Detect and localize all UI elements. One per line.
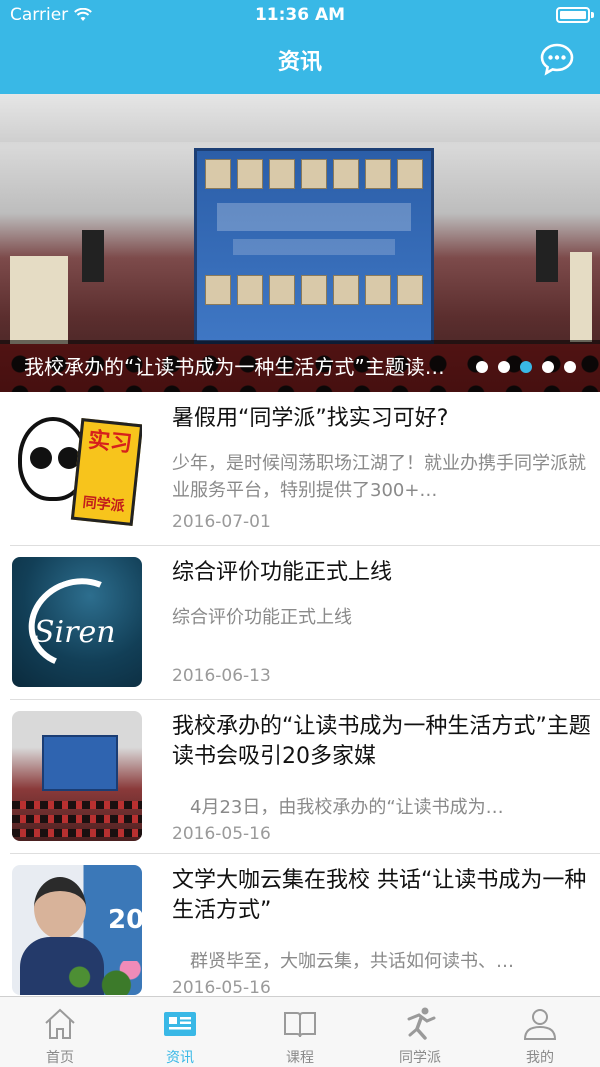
carousel-dot[interactable] — [520, 361, 532, 373]
tab-me[interactable]: 我的 — [480, 997, 600, 1067]
tab-bar: 首页 资讯 课程 同学派 我的 — [0, 996, 600, 1067]
banner-photo-ceiling — [0, 94, 600, 142]
news-thumbnail: 实习 同学派 — [12, 403, 142, 533]
tab-label: 首页 — [46, 1050, 74, 1066]
thumbnail-flowers — [52, 961, 142, 995]
carousel-page-indicator[interactable] — [476, 361, 576, 373]
news-item[interactable]: 我校承办的“让读书成为一种生活方式”主题读书会吸引20多家媒 4月23日，由我校… — [10, 700, 600, 854]
tab-label: 课程 — [286, 1050, 314, 1066]
carousel-dot[interactable] — [498, 361, 510, 373]
news-summary: 4月23日，由我校承办的“让读书成为… — [172, 797, 504, 818]
news-title: 我校承办的“让读书成为一种生活方式”主题读书会吸引20多家媒 — [172, 714, 591, 769]
news-thumbnail: Siren — [12, 557, 142, 687]
clock: 11:36 AM — [254, 5, 346, 25]
thumbnail-sign: 实习 同学派 — [70, 418, 142, 526]
thumbnail-sign-text: 实习 — [86, 427, 134, 458]
banner-photo-speaker-right — [536, 230, 558, 282]
book-icon — [284, 1012, 316, 1038]
carousel-dot[interactable] — [564, 361, 576, 373]
chat-bubble-icon[interactable] — [540, 42, 574, 76]
news-item[interactable]: 201 文学大咖云集在我校 共话“让读书成为一种生活方式” 群贤毕至，大咖云集，… — [10, 854, 600, 1008]
news-icon — [164, 1012, 196, 1036]
news-title: 暑假用“同学派”找实习可好? — [172, 406, 449, 431]
tab-home[interactable]: 首页 — [0, 997, 120, 1067]
banner-carousel[interactable]: 我校承办的“让读书成为一种生活方式”主题读… — [0, 94, 600, 392]
banner-caption[interactable]: 我校承办的“让读书成为一种生活方式”主题读… — [24, 351, 479, 380]
status-bar: Carrier 11:36 AM — [0, 0, 600, 30]
person-icon — [523, 1009, 557, 1040]
banner-photo-speaker — [82, 230, 104, 282]
news-title: 综合评价功能正式上线 — [172, 560, 393, 585]
news-date: 2016-07-01 — [172, 512, 271, 532]
thumbnail-audience-row — [12, 801, 142, 809]
news-thumbnail — [12, 711, 142, 841]
news-title: 文学大咖云集在我校 共话“让读书成为一种生活方式” — [172, 868, 587, 923]
news-item[interactable]: 实习 同学派 暑假用“同学派”找实习可好? 少年，是时候闯荡职场江湖了！就业办携… — [10, 392, 600, 546]
logo-wordmark: Siren — [34, 615, 116, 650]
carousel-dot[interactable] — [542, 361, 554, 373]
news-date: 2016-05-16 — [172, 824, 271, 844]
banner-photo-text-2 — [233, 239, 395, 255]
carousel-dot[interactable] — [476, 361, 488, 373]
thumbnail-number: 201 — [108, 905, 142, 935]
news-date: 2016-05-16 — [172, 978, 271, 998]
home-icon — [45, 1008, 75, 1039]
thumbnail-person-head — [34, 877, 86, 939]
battery-icon — [556, 7, 594, 23]
banner-photo-text — [217, 203, 411, 231]
banner-photo-door-right — [570, 252, 592, 342]
tab-classmates[interactable]: 同学派 — [360, 997, 480, 1067]
thumbnail-audience-row — [12, 829, 142, 837]
tab-label: 资讯 — [166, 1050, 194, 1066]
news-summary: 少年，是时候闯荡职场江湖了！就业办携手同学派就业服务平台，特别提供了300+… — [172, 453, 586, 501]
news-item[interactable]: Siren 综合评价功能正式上线 综合评价功能正式上线 2016-06-13 — [10, 546, 600, 700]
tab-label: 我的 — [526, 1050, 554, 1066]
banner-photo-portraits-lower — [205, 275, 423, 305]
news-summary: 综合评价功能正式上线 — [172, 607, 352, 628]
tab-label: 同学派 — [399, 1050, 441, 1066]
news-date: 2016-06-13 — [172, 666, 271, 686]
tab-news[interactable]: 资讯 — [120, 997, 240, 1067]
banner-photo-portraits — [205, 159, 423, 189]
banner-photo-door — [10, 256, 68, 346]
news-list: 实习 同学派 暑假用“同学派”找实习可好? 少年，是时候闯荡职场江湖了！就业办携… — [0, 392, 600, 1008]
thumbnail-screen — [42, 735, 118, 791]
banner-photo-screen — [194, 148, 434, 344]
tab-courses[interactable]: 课程 — [240, 997, 360, 1067]
runner-icon — [407, 1007, 436, 1040]
news-thumbnail: 201 — [12, 865, 142, 995]
thumbnail-audience-row — [12, 815, 142, 823]
page-title: 资讯 — [277, 50, 322, 75]
news-summary: 群贤毕至，大咖云集，共话如何读书、… — [172, 951, 514, 972]
thumbnail-brand: 同学派 — [81, 494, 126, 515]
cartoon-eye — [30, 447, 52, 469]
top-bar: Carrier 11:36 AM 资讯 — [0, 0, 600, 94]
